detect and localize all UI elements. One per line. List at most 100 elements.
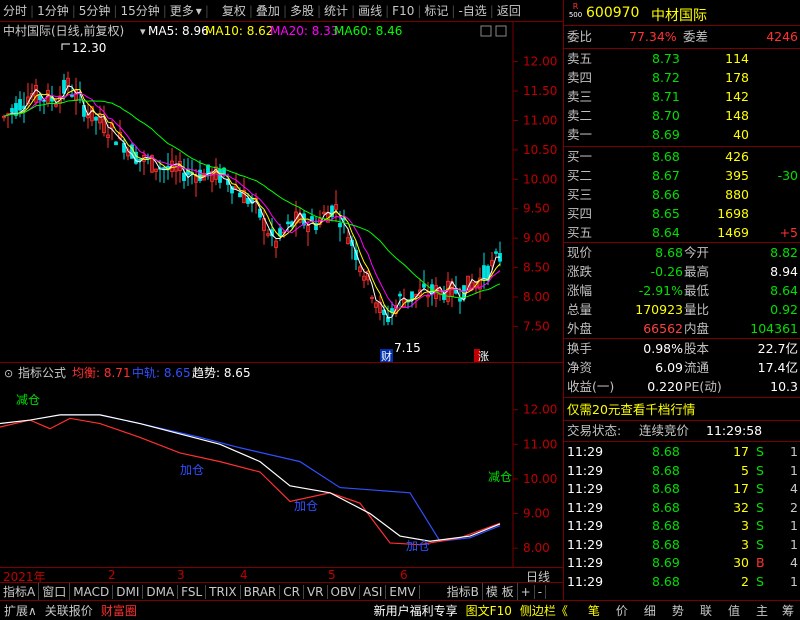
- toolbar-zixuan[interactable]: -自选: [455, 2, 489, 19]
- tab-template[interactable]: 模 板: [483, 583, 518, 600]
- maximize-icon[interactable]: [495, 25, 507, 37]
- y-tick-label: 9.50: [523, 202, 550, 216]
- time-axis: 2021年 2 3 4 5 6 日线: [0, 567, 563, 584]
- tick-count: 4: [790, 481, 798, 496]
- indicator-settings-icon[interactable]: ⊙: [4, 367, 13, 380]
- weicha-label: 委差: [683, 29, 709, 44]
- tick-time: 11:29: [567, 536, 604, 552]
- chevron-down-icon: ▾: [195, 4, 202, 18]
- stat-value: 10.3: [770, 379, 798, 394]
- indicator-chart[interactable]: ⊙ 指标公式 均衡: 8.71 中轨: 8.65 趋势: 8.65 12.001…: [0, 364, 563, 567]
- tab-trix[interactable]: TRIX: [206, 584, 241, 599]
- ask-label: 卖四: [567, 70, 593, 85]
- y-tick-label: 11.50: [523, 84, 557, 98]
- time-axis-label: 4: [240, 568, 248, 582]
- tab-obv[interactable]: OBV: [328, 584, 361, 599]
- tab-xi[interactable]: 细: [636, 602, 664, 619]
- weicha-value: 4246: [766, 29, 798, 44]
- bid-label: 买五: [567, 225, 593, 240]
- tick-direction: S: [756, 536, 764, 552]
- tab-macd[interactable]: MACD: [70, 584, 114, 599]
- candle-body: [70, 94, 74, 97]
- toolbar-diejia[interactable]: 叠加: [253, 2, 283, 19]
- tab-emv[interactable]: EMV: [386, 584, 420, 599]
- candle-body: [310, 216, 314, 222]
- tab-vr[interactable]: VR: [304, 584, 328, 599]
- ask-row[interactable]: 卖四 8.72 178: [564, 69, 800, 87]
- toolbar-tongji[interactable]: 统计: [321, 2, 351, 19]
- wealth-circle-button[interactable]: 财富圈: [97, 602, 141, 619]
- stock-badge: R 500: [568, 2, 583, 22]
- toolbar-fuquan[interactable]: 复权: [219, 2, 249, 19]
- tab-chou[interactable]: 筹: [776, 602, 800, 619]
- kline-chart[interactable]: 中村国际(日线,前复权) ▾ MA5: 8.96 MA10: 8.62 MA20…: [0, 22, 563, 363]
- f10-button[interactable]: 图文F10: [462, 602, 516, 619]
- sidebar-toggle[interactable]: 侧边栏《: [516, 602, 572, 619]
- toolbar-f10[interactable]: F10: [389, 4, 417, 18]
- promo-banner[interactable]: 仅需20元查看千档行情: [564, 401, 800, 419]
- toolbar-duogu[interactable]: 多股: [287, 2, 317, 19]
- tab-dma[interactable]: DMA: [143, 584, 179, 599]
- ask-label: 卖五: [567, 51, 593, 66]
- ask-price: 8.71: [652, 89, 680, 104]
- ask-row[interactable]: 卖三 8.71 142: [564, 88, 800, 106]
- tab-indicator-a[interactable]: 指标A: [0, 583, 40, 600]
- tick-price: 8.69: [652, 555, 680, 570]
- trade-status-value: 连续竞价: [639, 423, 690, 438]
- quote-panel: R 500 600970 中材国际 委比 77.34% 委差 4246 卖五 8…: [563, 0, 800, 600]
- tick-time: 11:29: [567, 481, 604, 496]
- add-indicator-button[interactable]: +: [518, 584, 535, 599]
- tab-window[interactable]: 窗口: [39, 583, 71, 600]
- bid-volume: 395: [725, 168, 749, 183]
- stat-label: 股本: [684, 341, 710, 356]
- toolbar-back[interactable]: 返回: [494, 2, 524, 19]
- new-user-benefit-link[interactable]: 新用户福利专享: [370, 602, 462, 619]
- bid-row[interactable]: 买二 8.67 395 -30: [564, 167, 800, 185]
- toolbar-1min[interactable]: 1分钟: [34, 2, 72, 19]
- bid-row[interactable]: 买三 8.66 880: [564, 186, 800, 204]
- tab-jia[interactable]: 价: [608, 602, 636, 619]
- badge-num: 500: [568, 11, 583, 19]
- tab-asi[interactable]: ASI: [360, 584, 387, 599]
- toolbar-biaoji[interactable]: 标记: [421, 2, 451, 19]
- ask-row[interactable]: 卖五 8.73 114: [564, 50, 800, 68]
- expand-button[interactable]: 扩展∧: [0, 602, 41, 619]
- related-quotes-button[interactable]: 关联报价: [41, 602, 97, 619]
- tick-volume: 30: [733, 555, 749, 570]
- bid-row[interactable]: 买五 8.64 1469 +5: [564, 224, 800, 242]
- toolbar-more[interactable]: 更多 ▾: [167, 2, 205, 19]
- tab-dmi[interactable]: DMI: [113, 584, 144, 599]
- toolbar-fenshi[interactable]: 分时: [0, 2, 30, 19]
- tab-shi[interactable]: 势: [664, 602, 692, 619]
- ask-volume: 178: [725, 70, 749, 85]
- settings-arrow-icon[interactable]: ▾: [140, 25, 146, 38]
- bid-row[interactable]: 买四 8.65 1698: [564, 205, 800, 223]
- remove-indicator-button[interactable]: -: [535, 584, 547, 599]
- tab-bi[interactable]: 笔: [580, 602, 608, 619]
- tab-lian[interactable]: 联: [692, 602, 720, 619]
- candle-body: [94, 116, 98, 121]
- tick-volume: 2: [741, 573, 749, 589]
- tab-zhu[interactable]: 主: [748, 602, 776, 619]
- toolbar-5min[interactable]: 5分钟: [76, 2, 114, 19]
- tab-zhi[interactable]: 值: [720, 602, 748, 619]
- tab-fsl[interactable]: FSL: [178, 584, 207, 599]
- toolbar-huaxian[interactable]: 画线: [355, 2, 385, 19]
- tab-cr[interactable]: CR: [280, 584, 304, 599]
- stat-value: 0.92: [770, 302, 798, 317]
- y-tick-label: 8.00: [523, 541, 550, 555]
- legend-zhonggui: 中轨: 8.65: [132, 365, 191, 380]
- toolbar-15min[interactable]: 15分钟: [117, 2, 162, 19]
- ask-row[interactable]: 卖一 8.69 40: [564, 126, 800, 144]
- tab-indicator-b[interactable]: 指标B: [444, 583, 483, 600]
- weibi-label: 委比: [567, 29, 593, 44]
- minimize-icon[interactable]: [480, 25, 492, 37]
- time-axis-label: 2: [108, 568, 116, 582]
- time-axis-label: 6: [400, 568, 408, 582]
- tab-brar[interactable]: BRAR: [241, 584, 281, 599]
- y-tick-label: 12.00: [523, 55, 557, 69]
- bid-row[interactable]: 买一 8.68 426: [564, 148, 800, 166]
- tick-row: 11:29 8.68 17 S 4: [564, 480, 800, 498]
- bid-volume: 426: [725, 149, 749, 164]
- ask-row[interactable]: 卖二 8.70 148: [564, 107, 800, 125]
